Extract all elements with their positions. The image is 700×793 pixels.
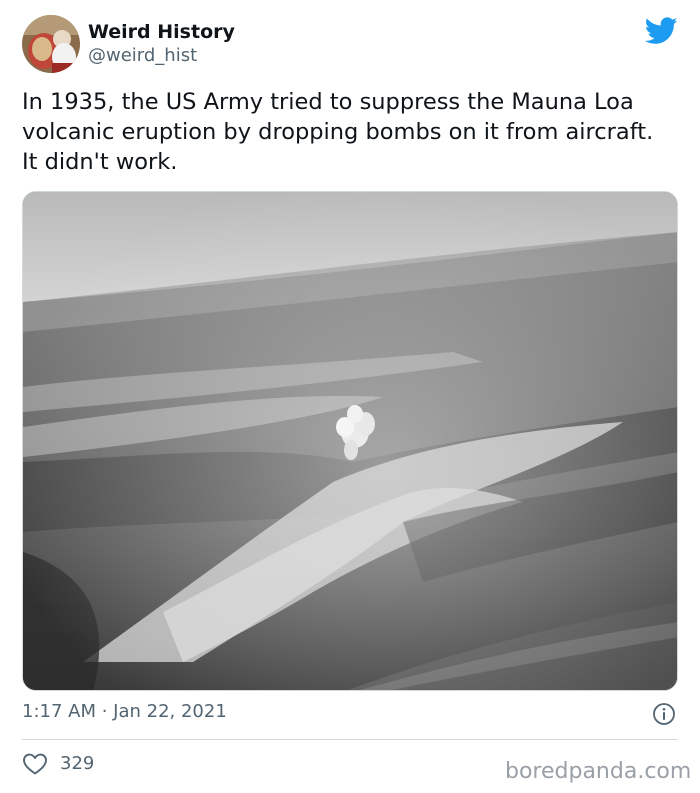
info-icon[interactable] bbox=[652, 702, 676, 726]
twitter-bird-icon[interactable] bbox=[644, 17, 678, 45]
heart-icon[interactable] bbox=[22, 752, 48, 776]
watermark: boredpanda.com bbox=[505, 759, 692, 784]
author-handle[interactable]: @weird_hist bbox=[88, 45, 197, 66]
author-display-name[interactable]: Weird History bbox=[88, 21, 235, 43]
tweet-photo[interactable] bbox=[22, 191, 678, 691]
divider bbox=[22, 739, 678, 740]
tweet-timestamp[interactable]: 1:17 AM · Jan 22, 2021 bbox=[22, 701, 227, 722]
tweet-text: In 1935, the US Army tried to suppress t… bbox=[22, 89, 654, 175]
like-count: 329 bbox=[60, 753, 95, 774]
avatar[interactable] bbox=[22, 15, 80, 73]
